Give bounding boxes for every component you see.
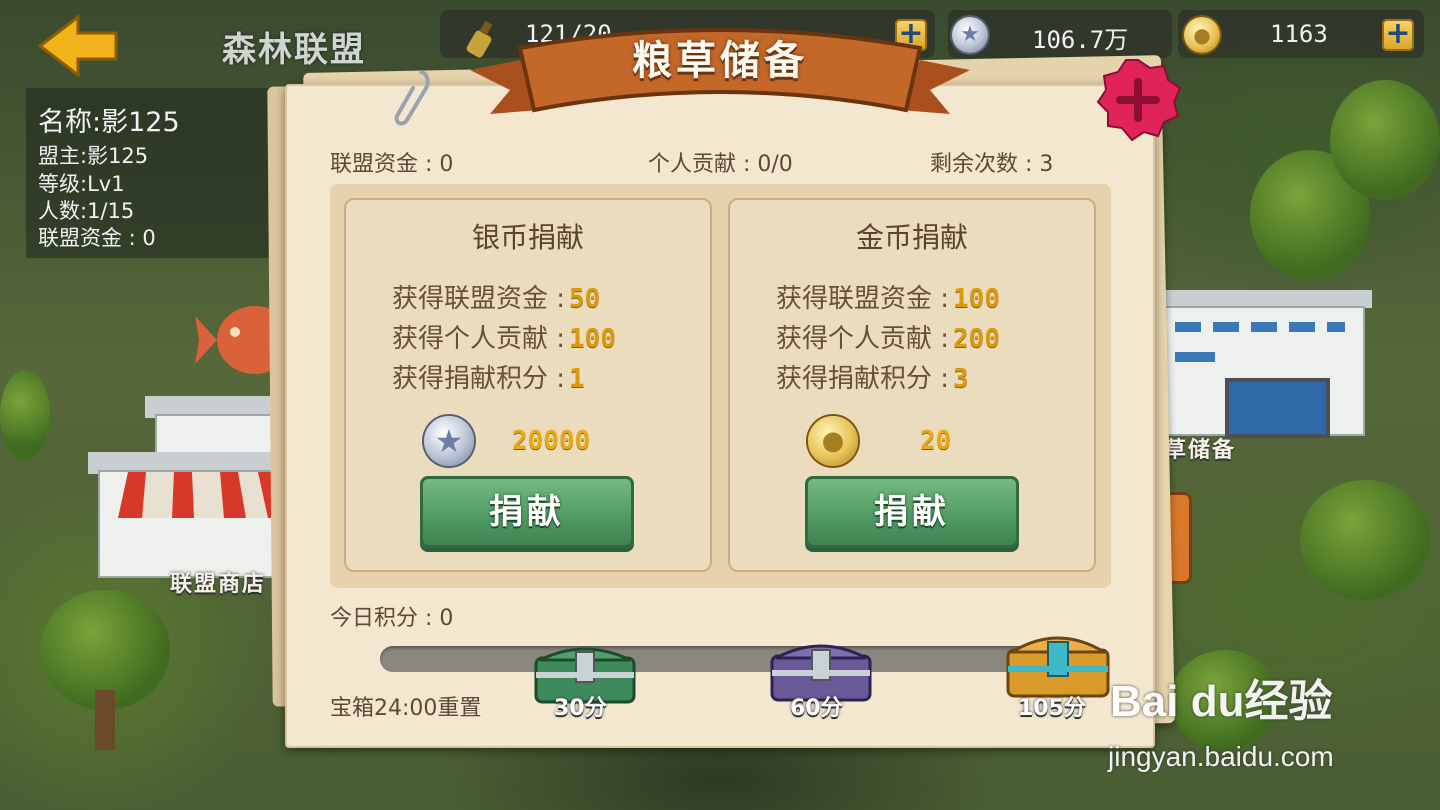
reward-label: 获得联盟资金 : [392,284,566,314]
personal-contribution-stat: 个人贡献 : 0/0 [648,152,793,177]
reward-label: 获得捐献积分 : [392,364,566,394]
card-reward-points: 获得捐献积分 :3 [776,358,969,395]
card-reward-points: 获得捐献积分 :1 [392,358,585,395]
card-reward-contribution: 获得个人贡献 :100 [392,318,616,355]
reward-label: 获得捐献积分 : [776,364,950,394]
reward-value: 1 [569,364,585,394]
reward-label: 获得个人贡献 : [392,324,566,354]
gold-donate-button[interactable]: 捐献 [805,476,1019,548]
reward-value: 100 [569,324,616,354]
paper-clip-icon [394,70,430,126]
reward-value: 3 [953,364,969,394]
background-tree-trunk [95,690,115,750]
reserve-building-window [1175,352,1215,362]
card-reward-contribution: 获得个人贡献 :200 [776,318,1000,355]
silver-value: 106.7万 [1032,26,1129,54]
back-arrow-icon[interactable] [38,15,118,77]
chest-60-label: 60分 [790,696,843,721]
background-tree [1300,480,1430,600]
card-title: 金币捐献 [855,221,968,254]
reward-label: 获得个人贡献 : [776,324,950,354]
reward-label: 获得联盟资金 : [776,284,950,314]
card-reward-funds: 获得联盟资金 :100 [776,278,1000,315]
today-score: 今日积分 : 0 [330,606,454,631]
chest-105-label: 105分 [1018,696,1086,721]
info-funds: 联盟资金 : 0 [38,226,156,250]
alliance-name: 森林联盟 [222,30,366,70]
gold-coin-icon: ● [1184,17,1220,53]
background-tree [1330,80,1440,200]
reward-value: 200 [953,324,1000,354]
card-reward-funds: 获得联盟资金 :50 [392,278,600,315]
remaining-times-stat: 剩余次数 : 3 [930,152,1054,177]
gold-cost: 20 [920,426,952,456]
silver-coin-icon: ★ [424,416,474,466]
info-members: 人数:1/15 [38,199,135,223]
reward-value: 50 [569,284,601,314]
info-name: 名称:影125 [38,107,180,138]
card-title: 银币捐献 [471,221,584,254]
close-icon[interactable] [1094,56,1182,142]
gold-coin-icon: ● [808,416,858,466]
add-gold-button[interactable]: + [1382,19,1414,51]
baidu-watermark-logo: Bai du经验 [1110,677,1333,726]
reserve-building-door [1225,378,1330,438]
silver-cost: 20000 [512,426,591,456]
chest-reset-text: 宝箱24:00重置 [330,696,482,721]
alliance-funds-stat: 联盟资金 : 0 [330,152,454,177]
reward-value: 100 [953,284,1000,314]
reserve-building-window [1175,322,1345,332]
baidu-watermark-url: jingyan.baidu.com [1108,741,1334,772]
score-progress-track [380,646,1100,672]
gold-value: 1163 [1270,20,1328,48]
store-awning [118,472,283,518]
silver-donate-button[interactable]: 捐献 [420,476,634,548]
info-leader: 盟主:影125 [38,144,149,168]
background-tree [0,370,50,460]
chest-30-label: 30分 [554,696,607,721]
map-label-store: 联盟商店 [170,572,267,597]
info-level: 等级:Lv1 [38,172,125,196]
alliance-info-panel: 名称:影125 盟主:影125 等级:Lv1 人数:1/15 联盟资金 : 0 [26,88,276,258]
dialog-title: 粮草储备 [632,38,808,84]
